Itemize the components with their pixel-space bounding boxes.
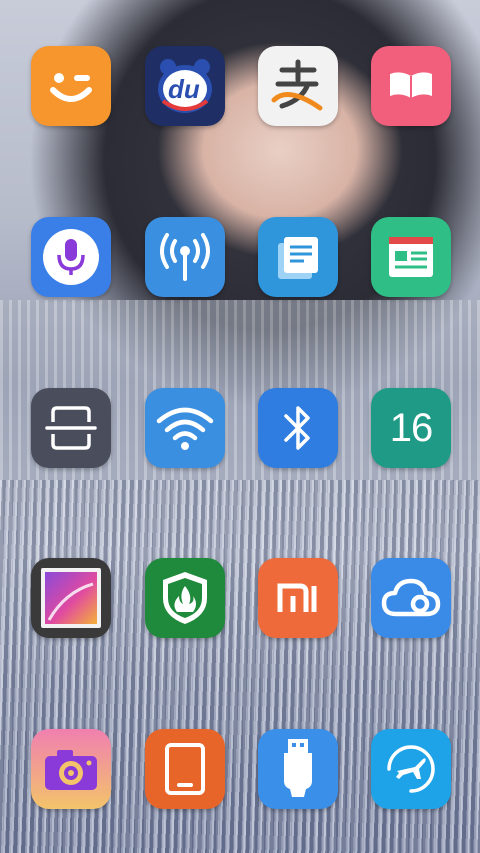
cloud-app[interactable] [371, 558, 451, 638]
bluetooth-icon [284, 406, 310, 450]
mi-logo-icon [277, 583, 317, 612]
smiley-app[interactable] [31, 46, 111, 126]
voice-assistant-app[interactable] [31, 217, 111, 297]
gallery-app[interactable] [31, 558, 111, 638]
calendar-app[interactable]: 16 [371, 388, 451, 468]
bluetooth-app[interactable] [258, 388, 338, 468]
smiley-icon [50, 73, 92, 102]
usb-app[interactable] [258, 729, 338, 809]
ebook-app[interactable] [371, 46, 451, 126]
flight-app[interactable] [371, 729, 451, 809]
notes-app[interactable] [258, 217, 338, 297]
usb-icon [284, 739, 312, 797]
camera-app[interactable] [31, 729, 111, 809]
antenna-icon [160, 233, 210, 281]
gallery-icon [41, 568, 101, 628]
security-app[interactable] [145, 558, 225, 638]
camera-icon [45, 750, 97, 790]
tablet-icon [165, 743, 205, 795]
newspaper-icon [389, 237, 433, 277]
app-grid: du 16 [0, 0, 480, 853]
scanner-app[interactable] [31, 388, 111, 468]
alipay-icon [271, 59, 323, 111]
alipay-app[interactable] [258, 46, 338, 126]
scan-icon [45, 406, 97, 450]
du-bear-icon: du [158, 59, 212, 113]
du-label: du [168, 74, 200, 104]
wifi-app[interactable] [145, 388, 225, 468]
shield-fire-icon [163, 572, 207, 624]
baidu-du-app[interactable]: du [145, 46, 225, 126]
microphone-icon [43, 229, 99, 285]
calendar-day-label: 16 [389, 405, 433, 450]
news-app[interactable] [371, 217, 451, 297]
open-book-icon [390, 72, 432, 98]
reader-app[interactable] [145, 729, 225, 809]
mi-store-app[interactable] [258, 558, 338, 638]
cloud-icon [381, 578, 441, 617]
hotspot-app[interactable] [145, 217, 225, 297]
airplane-icon [387, 745, 435, 793]
wifi-icon [156, 407, 214, 450]
documents-icon [278, 237, 318, 279]
